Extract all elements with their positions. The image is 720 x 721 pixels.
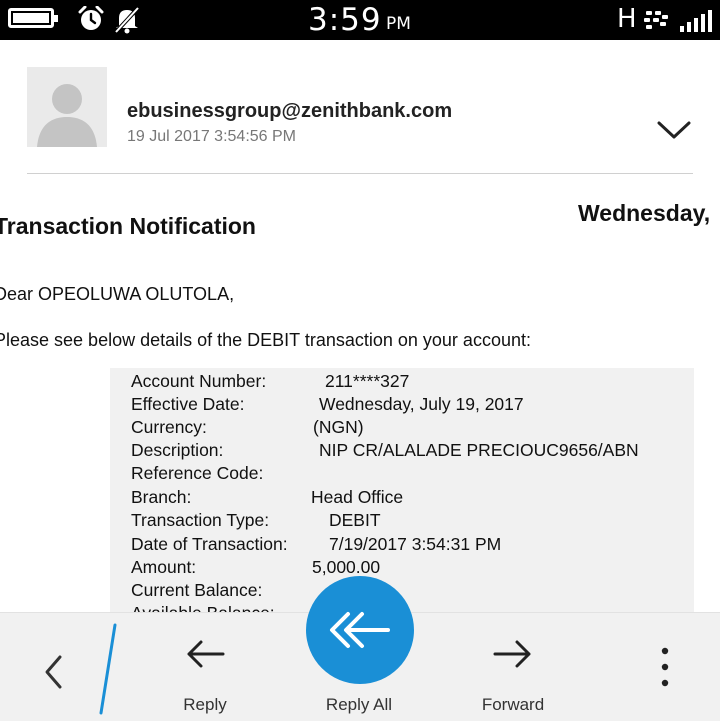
- detail-label: Date of Transaction:: [131, 534, 288, 554]
- detail-row: Currency: (NGN): [131, 417, 691, 440]
- forward-arrow-icon: [493, 640, 531, 668]
- detail-label: Amount:: [131, 557, 197, 577]
- status-ampm: PM: [386, 14, 411, 34]
- detail-row: Date of Transaction: 7/19/2017 3:54:31 P…: [131, 534, 691, 557]
- detail-value: 211****327: [325, 371, 410, 391]
- detail-value: 5,000.00: [312, 557, 381, 577]
- detail-value: DEBIT: [329, 510, 381, 530]
- detail-row: Current Balance:: [131, 580, 691, 603]
- email-weekday: Wednesday,: [578, 200, 711, 226]
- detail-label: Description:: [131, 440, 224, 460]
- detail-value: NIP CR/ALALADE PRECIOUC9656/ABN: [319, 440, 639, 460]
- email-intro: Please see below details of the DEBIT tr…: [0, 330, 531, 350]
- reply-all-fab[interactable]: [306, 576, 414, 684]
- reply-label: Reply: [183, 695, 227, 714]
- blackberry-icon: [644, 11, 668, 29]
- more-vertical-icon[interactable]: [655, 645, 675, 689]
- notifications-muted-icon: [114, 6, 140, 34]
- alarm-clock-icon: [78, 6, 104, 30]
- transaction-details: Account Number: 211****327 Effective Dat…: [110, 368, 694, 623]
- person-placeholder-icon: [37, 84, 97, 147]
- sender-address: ebusinessgroup@zenithbank.com: [127, 100, 453, 122]
- email-title: Transaction Notification: [0, 213, 256, 239]
- detail-row: Transaction Type: DEBIT: [131, 510, 691, 533]
- detail-row: Amount: 5,000.00: [131, 557, 691, 580]
- detail-label: Transaction Type:: [131, 510, 270, 530]
- status-time: 3:59: [308, 2, 382, 38]
- detail-value: (NGN): [313, 417, 364, 437]
- detail-row: Account Number: 211****327: [131, 371, 691, 394]
- detail-label: Currency:: [131, 417, 207, 437]
- detail-row: Branch: Head Office: [131, 487, 691, 510]
- detail-label: Current Balance:: [131, 580, 263, 600]
- back-chevron-icon[interactable]: [38, 651, 68, 693]
- detail-value: Head Office: [311, 487, 404, 507]
- detail-value: Wednesday, July 19, 2017: [319, 394, 524, 414]
- accent-divider: [99, 623, 117, 715]
- reply-button[interactable]: Reply: [145, 613, 265, 721]
- detail-label: Account Number:: [131, 371, 267, 391]
- forward-button[interactable]: Forward: [453, 613, 573, 721]
- detail-label: Effective Date:: [131, 394, 245, 414]
- header-divider: [27, 173, 693, 174]
- network-type: H: [617, 4, 637, 34]
- message-date: 19 Jul 2017 3:54:56 PM: [127, 128, 297, 145]
- sender-avatar: [27, 67, 107, 147]
- chevron-down-icon[interactable]: [656, 118, 692, 142]
- reply-all-label: Reply All: [325, 695, 393, 714]
- battery-icon: [8, 8, 58, 28]
- status-bar: 3:59 PM H: [0, 0, 720, 40]
- detail-row: Effective Date: Wednesday, July 19, 2017: [131, 394, 691, 417]
- detail-row: Description: NIP CR/ALALADE PRECIOUC9656…: [131, 440, 691, 463]
- reply-arrow-icon: [187, 640, 225, 668]
- email-greeting: Dear OPEOLUWA OLUTOLA,: [0, 284, 235, 304]
- detail-label: Branch:: [131, 487, 192, 507]
- signal-strength-icon: [680, 10, 712, 32]
- reply-all-icon: [330, 612, 390, 648]
- detail-label: Reference Code:: [131, 463, 264, 483]
- detail-row: Reference Code:: [131, 463, 691, 486]
- forward-label: Forward: [481, 695, 545, 714]
- detail-value: 7/19/2017 3:54:31 PM: [329, 534, 502, 554]
